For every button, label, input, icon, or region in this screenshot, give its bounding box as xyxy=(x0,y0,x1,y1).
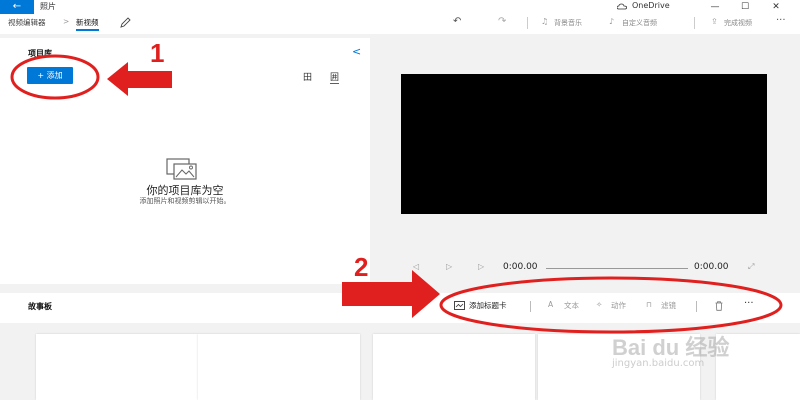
export-icon: ⇪ xyxy=(711,17,718,26)
video-preview[interactable] xyxy=(401,74,767,214)
motion-button[interactable]: 动作 xyxy=(611,300,626,311)
title-card-icon xyxy=(454,301,465,310)
empty-library-subtitle: 添加照片和视频剪辑以开始。 xyxy=(139,197,231,205)
annotation-number-2: 2 xyxy=(354,252,369,282)
redo-icon[interactable]: ↷ xyxy=(498,16,506,27)
storyboard-more-icon[interactable]: ··· xyxy=(744,298,754,309)
breadcrumb-parent[interactable]: 视频编辑器 xyxy=(8,17,46,28)
delete-icon[interactable] xyxy=(715,301,723,311)
toolbar-divider xyxy=(694,17,695,29)
grid-view-icon[interactable]: 田 xyxy=(303,70,312,83)
toolbar-divider xyxy=(527,17,528,29)
total-time: 0:00.00 xyxy=(694,262,729,272)
pencil-icon[interactable] xyxy=(120,17,131,28)
app-title: 照片 xyxy=(40,2,56,11)
storyboard-divider xyxy=(530,301,531,312)
finish-video-button[interactable]: 完成视频 xyxy=(724,18,752,28)
maximize-button[interactable]: ☐ xyxy=(735,0,755,14)
play-icon[interactable]: ▷ xyxy=(446,262,452,271)
onedrive-label[interactable]: OneDrive xyxy=(632,1,670,10)
scrub-bar[interactable] xyxy=(546,268,688,269)
collapse-panel-icon[interactable]: < xyxy=(352,45,361,58)
background-music-button[interactable]: 背景音乐 xyxy=(554,18,582,28)
add-button[interactable]: + 添加 xyxy=(27,67,73,84)
previous-frame-icon[interactable]: ◁ xyxy=(413,262,419,271)
text-icon: A xyxy=(548,300,554,309)
filters-icon: ⊓ xyxy=(646,300,652,309)
breadcrumb-separator: > xyxy=(63,17,70,26)
storyboard-bar xyxy=(0,293,800,323)
breadcrumb-current[interactable]: 新视频 xyxy=(76,17,99,31)
current-time: 0:00.00 xyxy=(503,262,538,272)
text-button[interactable]: 文本 xyxy=(564,300,579,311)
back-button[interactable]: ← xyxy=(0,0,34,14)
fullscreen-icon[interactable]: ⤢ xyxy=(748,262,754,272)
next-frame-icon[interactable]: ▷ xyxy=(478,262,484,271)
annotation-number-1: 1 xyxy=(150,38,165,68)
minimize-button[interactable]: — xyxy=(705,0,725,14)
close-button[interactable]: ✕ xyxy=(766,0,786,14)
storyboard-slot[interactable] xyxy=(198,334,360,400)
add-title-card-button[interactable]: 添加标题卡 xyxy=(469,300,507,311)
library-title: 项目库 xyxy=(28,49,52,58)
storyboard-title: 故事板 xyxy=(28,302,52,311)
onedrive-cloud-icon xyxy=(617,3,627,10)
filters-button[interactable]: 滤镜 xyxy=(661,300,676,311)
undo-icon[interactable]: ↶ xyxy=(453,16,461,27)
storyboard-divider xyxy=(696,301,697,312)
title-bar xyxy=(0,0,800,14)
empty-library-photos-icon xyxy=(166,158,197,180)
custom-audio-button[interactable]: 自定义音频 xyxy=(622,18,657,28)
storyboard-slot[interactable] xyxy=(36,334,198,400)
list-view-icon[interactable]: 囲 xyxy=(330,70,340,84)
storyboard-slot[interactable] xyxy=(373,334,535,400)
motion-icon: ✧ xyxy=(596,300,603,309)
audio-icon: ♪ xyxy=(609,17,615,26)
more-options-icon[interactable]: ··· xyxy=(776,15,786,26)
baidu-watermark-url: jingyan.baidu.com xyxy=(612,358,705,369)
music-icon: ♫ xyxy=(541,17,549,26)
